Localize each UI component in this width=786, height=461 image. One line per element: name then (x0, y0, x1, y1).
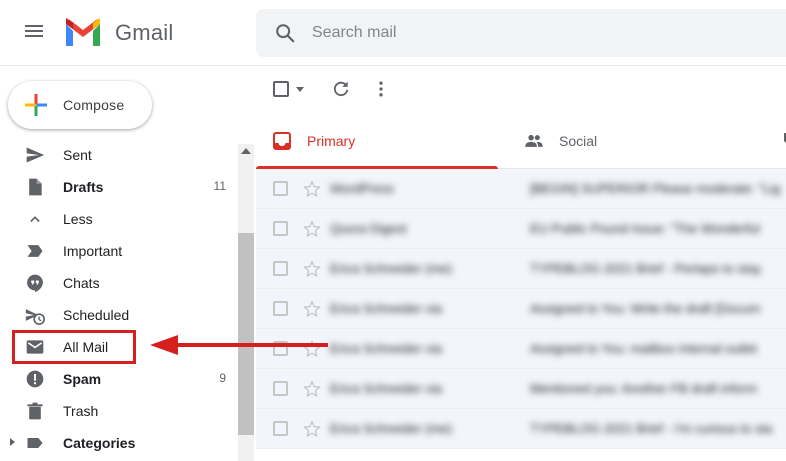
email-sender: Erica Schneider via (330, 381, 442, 396)
more-options-icon[interactable] (371, 79, 391, 99)
report-icon (26, 370, 44, 388)
email-row[interactable]: Erica Schneider via Assigned to You: mail… (256, 329, 786, 369)
draft-icon (29, 178, 42, 196)
compose-label: Compose (63, 97, 125, 113)
email-sender: WordPress (330, 181, 395, 196)
star-icon[interactable] (302, 219, 322, 239)
sidebar-item-spam[interactable]: Spam 9 (0, 363, 236, 395)
star-icon[interactable] (302, 299, 322, 319)
star-icon[interactable] (302, 339, 322, 359)
search-icon[interactable] (274, 22, 296, 44)
scheduled-send-icon (25, 309, 45, 325)
sidebar-item-label: Sent (63, 147, 92, 163)
tag-icon (784, 133, 786, 143)
chevron-up-icon (30, 216, 40, 223)
email-sender: Erica Schneider (me) (330, 261, 453, 276)
row-checkbox[interactable] (273, 381, 288, 396)
email-subject: Mentioned you: Another FB draft inform (530, 381, 757, 396)
arrow-shaft (176, 343, 328, 347)
sidebar-item-label: Categories (63, 435, 136, 451)
email-row[interactable]: Erica Schneider via Assigned to You: Writ… (256, 289, 786, 329)
email-row[interactable]: Erica Schneider (me) TYPEBLOG 2021 Brief … (256, 409, 786, 449)
row-checkbox[interactable] (273, 261, 288, 276)
star-icon[interactable] (302, 419, 322, 439)
star-icon[interactable] (302, 379, 322, 399)
main-menu-icon[interactable] (22, 22, 46, 46)
refresh-icon[interactable] (331, 79, 351, 99)
sidebar-item-trash[interactable]: Trash (0, 395, 236, 427)
sidebar-item-label: Less (63, 211, 93, 227)
star-icon[interactable] (302, 179, 322, 199)
app-name: Gmail (115, 20, 174, 45)
scrollbar-thumb[interactable] (238, 233, 254, 435)
arrow-left-icon (150, 335, 178, 355)
sidebar-item-label: Trash (63, 403, 99, 419)
email-sender: Quora Digest (330, 221, 407, 236)
row-checkbox[interactable] (273, 221, 288, 236)
tab-promotions[interactable] (766, 112, 786, 168)
scroll-up-arrow-icon[interactable] (241, 148, 251, 154)
email-subject: TYPEBLOG 2021 Brief - Pertaps to stay (530, 261, 762, 276)
sidebar-item-scheduled[interactable]: Scheduled (0, 299, 236, 331)
sidebar-item-label: Drafts (63, 179, 104, 195)
sidebar-item-categories[interactable]: Categories (0, 427, 236, 459)
inbox-icon (273, 132, 291, 150)
email-row[interactable]: WordPress [BEGIN] SUPERIOR Please moderat… (256, 169, 786, 209)
sidebar-item-label: Scheduled (63, 307, 130, 323)
email-sender: Erica Schneider via (330, 341, 442, 356)
email-subject: Assigned to You: mailbox internal outlet (530, 341, 757, 356)
sidebar-item-less[interactable]: Less (0, 203, 236, 235)
tab-label: Primary (307, 133, 356, 149)
highlight-box (12, 330, 136, 364)
sidebar-item-chats[interactable]: Chats (0, 267, 236, 299)
row-checkbox[interactable] (273, 301, 288, 316)
send-icon (26, 147, 45, 163)
email-row[interactable]: Quora Digest EU Public Pound Issue: "The … (256, 209, 786, 249)
plus-icon (25, 94, 47, 116)
gmail-logo-icon[interactable] (64, 18, 102, 48)
tab-label: Social (559, 133, 598, 149)
label-icon (27, 438, 43, 448)
unread-count: 11 (213, 179, 226, 193)
label-important-icon (27, 245, 43, 257)
sidebar-item-label: Chats (63, 275, 100, 291)
email-row[interactable]: Erica Schneider via Mentioned you: Anothe… (256, 369, 786, 409)
caret-right-icon[interactable] (10, 438, 15, 446)
row-checkbox[interactable] (273, 181, 288, 196)
select-dropdown-icon[interactable] (296, 87, 304, 92)
search-input[interactable] (312, 24, 612, 42)
sidebar-item-important[interactable]: Important (0, 235, 236, 267)
sidebar-item-sent[interactable]: Sent (0, 139, 236, 171)
email-row[interactable]: Erica Schneider (me) TYPEBLOG 2021 Brief … (256, 249, 786, 289)
sidebar-item-label: Important (63, 243, 123, 259)
chat-icon (27, 274, 43, 293)
people-icon (525, 134, 543, 147)
sidebar-item-drafts[interactable]: Drafts 11 (0, 171, 236, 203)
star-icon[interactable] (302, 259, 322, 279)
unread-count: 9 (219, 371, 226, 385)
category-tabs: Primary Social (256, 112, 786, 169)
tab-primary[interactable]: Primary (256, 112, 498, 169)
email-subject: [BEGIN] SUPERIOR Please moderate: "Lig (530, 181, 781, 196)
email-subject: TYPEBLOG 2021 Brief - I'm curious to sta (530, 421, 773, 436)
email-subject: EU Public Pound Issue: "The Wonderful (530, 221, 760, 236)
tab-social[interactable]: Social (508, 112, 758, 168)
trash-icon (27, 402, 43, 420)
compose-button[interactable]: Compose (8, 81, 152, 129)
email-subject: Assigned to You: Write the draft [Docum (530, 301, 761, 316)
email-sender: Erica Schneider via (330, 301, 442, 316)
select-all-checkbox[interactable] (273, 81, 289, 97)
sidebar-item-label: Spam (63, 371, 102, 387)
email-sender: Erica Schneider (me) (330, 421, 453, 436)
row-checkbox[interactable] (273, 421, 288, 436)
